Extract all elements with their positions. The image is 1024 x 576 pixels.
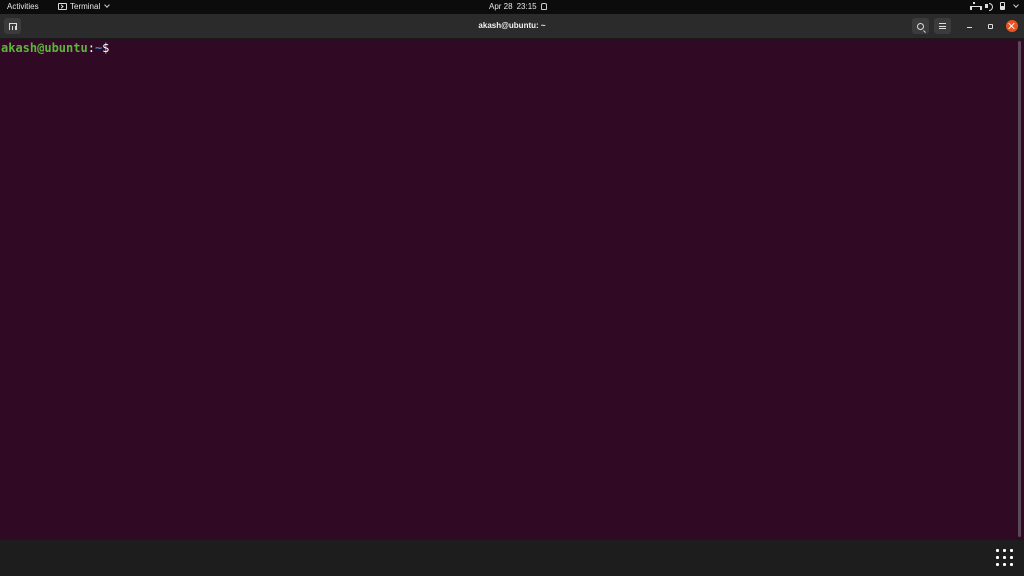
clock[interactable]: Apr 28 23:15 bbox=[489, 2, 547, 11]
minimize-icon bbox=[966, 27, 972, 28]
app-menu-label: Terminal bbox=[70, 2, 101, 11]
show-apps-dot bbox=[1010, 549, 1013, 552]
show-apps-dot bbox=[1010, 563, 1013, 566]
chevron-down-icon bbox=[104, 2, 111, 8]
hamburger-menu-icon bbox=[939, 23, 946, 29]
prompt-dollar: $ bbox=[102, 41, 110, 55]
volume-icon bbox=[985, 2, 993, 11]
scrollbar[interactable] bbox=[1018, 41, 1021, 537]
search-icon bbox=[917, 22, 924, 30]
show-apps-icon bbox=[996, 549, 999, 552]
system-menu[interactable] bbox=[970, 1, 1019, 11]
terminal-area[interactable]: akash@ubuntu:~$ bbox=[0, 39, 1024, 540]
minimize-button[interactable] bbox=[963, 20, 975, 32]
window-title: akash@ubuntu: ~ bbox=[478, 21, 546, 30]
top-bar: Activities Terminal Apr 28 23:15 bbox=[0, 0, 1024, 14]
chevron-down-icon bbox=[1013, 1, 1019, 8]
search-button[interactable] bbox=[912, 18, 929, 34]
close-button[interactable] bbox=[1006, 20, 1018, 32]
shell-prompt: akash@ubuntu:~$ bbox=[1, 41, 109, 55]
app-menu[interactable]: Terminal bbox=[58, 2, 111, 11]
terminal-icon bbox=[58, 3, 67, 10]
clock-time: 23:15 bbox=[516, 2, 537, 11]
maximize-icon bbox=[987, 23, 993, 29]
maximize-button[interactable] bbox=[984, 20, 996, 32]
close-icon bbox=[1009, 23, 1015, 29]
show-apps-dot bbox=[1003, 563, 1006, 566]
show-apps-dot bbox=[1010, 556, 1013, 559]
prompt-user-host: akash@ubuntu bbox=[1, 41, 88, 55]
show-apps-dot bbox=[996, 563, 999, 566]
bottom-dock bbox=[0, 540, 1024, 576]
network-icon bbox=[970, 2, 982, 10]
prompt-colon: : bbox=[87, 41, 95, 55]
alarm-icon bbox=[540, 3, 547, 10]
clock-date: Apr 28 bbox=[489, 2, 513, 11]
show-apps-dot bbox=[996, 556, 999, 559]
show-apps-dot bbox=[1003, 549, 1006, 552]
activities-button[interactable]: Activities bbox=[7, 2, 39, 11]
battery-icon bbox=[1000, 2, 1005, 10]
show-apps-dot bbox=[1003, 556, 1006, 559]
menu-button[interactable] bbox=[934, 18, 951, 34]
show-apps-button[interactable] bbox=[996, 549, 1013, 566]
terminal-header-bar: akash@ubuntu: ~ bbox=[0, 14, 1024, 39]
